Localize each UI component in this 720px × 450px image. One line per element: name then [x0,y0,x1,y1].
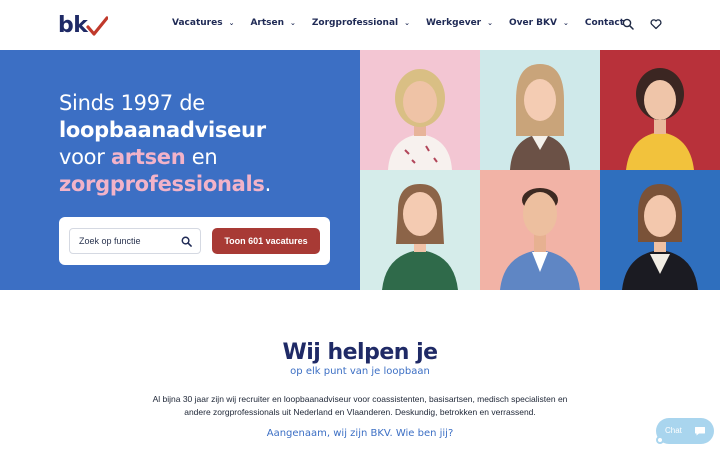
show-vacancies-button[interactable]: Toon 601 vacatures [212,228,320,254]
main-nav: Vacatures ⌄ Artsen ⌄ Zorgprofessional ⌄ … [172,18,640,28]
hero-highlight-zorgprofessionals: zorgprofessionals [59,172,265,196]
nav-item-contact[interactable]: Contact [585,18,624,28]
nav-item-artsen[interactable]: Artsen ⌄ [250,18,295,28]
bkv-logo[interactable]: bk [58,13,109,38]
hero-line-4b: . [264,172,272,196]
team-photo [360,50,480,170]
hero-line-3a: voor [59,145,111,169]
chat-button[interactable]: Chat [656,418,714,444]
chevron-down-icon: ⌄ [228,19,235,27]
team-photo [600,170,720,290]
nav-item-zorgprofessional[interactable]: Zorgprofessional ⌄ [312,18,410,28]
logo-text: bk [58,13,88,38]
team-photo-grid [360,50,720,290]
nav-item-label: Werkgever [426,18,482,28]
job-search-box: Toon 601 vacatures [59,217,330,265]
search-icon[interactable] [622,18,634,30]
hero-title: Sinds 1997 de loopbaanadviseur voor arts… [59,90,349,198]
nav-item-label: Artsen [250,18,285,28]
intro-title: Wij helpen je [282,340,438,365]
nav-item-label: Contact [584,18,625,28]
hero-line-2: loopbaanadviseur [59,118,266,142]
chat-bubble-icon [695,427,705,436]
nav-item-label: Over BKV [508,18,557,28]
intro-link[interactable]: Aangenaam, wij zijn BKV. Wie ben jij? [0,428,720,439]
chat-label: Chat [665,426,682,435]
nav-item-vacatures[interactable]: Vacatures ⌄ [172,18,234,28]
chevron-down-icon: ⌄ [290,19,296,27]
hero-section: Sinds 1997 de loopbaanadviseur voor arts… [0,50,720,290]
hero-highlight-artsen: artsen [110,145,186,169]
heart-icon[interactable] [650,18,662,30]
intro-body-line-1: Al bijna 30 jaar zijn wij recruiter en l… [152,394,568,404]
hero-line-3c: en [185,145,218,169]
site-header: bk Vacatures ⌄ Artsen ⌄ Zorgprofessional… [0,0,720,50]
hero-line-1: Sinds 1997 de [59,91,205,115]
intro-subtitle: op elk punt van je loopbaan [290,366,430,377]
nav-item-over-bkv[interactable]: Over BKV ⌄ [509,18,569,28]
hero-panel: Sinds 1997 de loopbaanadviseur voor arts… [0,50,360,290]
intro-body: Al bijna 30 jaar zijn wij recruiter en l… [130,393,590,418]
team-photo [480,50,600,170]
logo-checkmark-icon [86,16,109,36]
nav-item-werkgever[interactable]: Werkgever ⌄ [426,18,493,28]
header-actions [622,18,662,30]
chevron-down-icon: ⌄ [404,19,411,27]
intro-body-line-2: andere zorgprofessionals uit Nederland e… [184,406,536,417]
team-photo [360,170,480,290]
chevron-down-icon: ⌄ [562,19,569,27]
team-photo [480,170,600,290]
nav-item-label: Zorgprofessional [311,18,399,28]
team-photo [600,50,720,170]
search-icon[interactable] [181,236,192,247]
chevron-down-icon: ⌄ [487,19,493,27]
nav-item-label: Vacatures [172,18,223,28]
chat-status-dot [656,436,664,444]
